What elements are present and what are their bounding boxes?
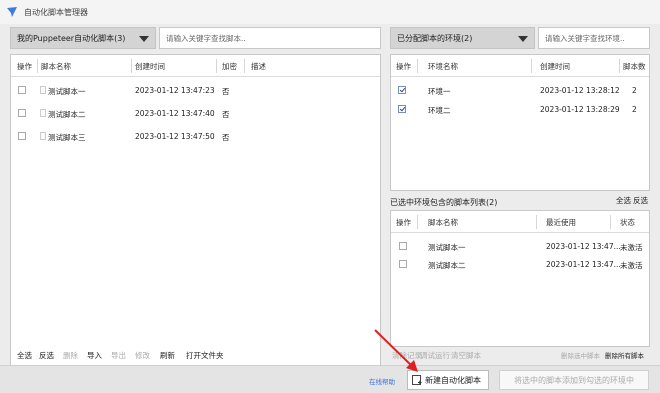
created-time: 2023-01-12 13:28:12 <box>540 86 620 95</box>
script-count: 2 <box>632 105 637 114</box>
app-logo-icon <box>7 7 17 17</box>
row-checkbox[interactable] <box>398 105 406 113</box>
created-time: 2023-01-12 13:28:29 <box>540 105 620 114</box>
encrypted-flag: 否 <box>222 87 230 96</box>
env-script-table-header: 操作 脚本名称 最近使用 状态 <box>391 211 649 233</box>
script-name: 测试脚本一 <box>428 243 466 252</box>
script-table-header: 操作 脚本名称 创建时间 加密 描述 <box>11 55 380 77</box>
script-name: 测试脚本二 <box>428 261 466 270</box>
created-time: 2023-01-12 13:47:23 <box>135 86 215 95</box>
env-name: 环境二 <box>428 106 451 115</box>
env-table-header: 操作 环境名称 创建时间 脚本数 <box>391 55 649 77</box>
import-button[interactable]: 导入 <box>87 350 102 361</box>
col-action: 操作 <box>17 62 32 71</box>
invert-selection-button[interactable]: 反选 <box>39 350 54 361</box>
script-group-label: 我的Puppeteer自动化脚本(3) <box>17 33 126 43</box>
env-group-label: 已分配脚本的环境(2) <box>397 33 473 43</box>
table-row[interactable]: 测试脚本二 2023-01-12 13:47:40 否 <box>11 102 380 124</box>
encrypted-flag: 否 <box>222 110 230 119</box>
row-checkbox[interactable] <box>398 86 406 94</box>
table-row[interactable]: 环境二 2023-01-12 13:28:29 2 <box>391 98 649 120</box>
col-encrypted: 加密 <box>222 62 237 71</box>
debug-run-button[interactable]: 调试运行 <box>420 350 450 361</box>
col-env-name: 环境名称 <box>428 62 458 71</box>
col-script-count: 脚本数 <box>623 62 646 71</box>
env-select-all-button[interactable]: 全选 <box>616 195 631 206</box>
window-title: 自动化脚本管理器 <box>24 7 88 17</box>
main-area: 我的Puppeteer自动化脚本(3) 请输入关键字查找脚本.. 已分配脚本的环… <box>0 24 660 370</box>
script-name: 测试脚本三 <box>48 133 86 142</box>
file-icon <box>40 132 46 140</box>
row-checkbox[interactable] <box>18 86 26 94</box>
table-row[interactable]: 测试脚本一 2023-01-12 13:47:23 否 <box>11 79 380 101</box>
edit-button[interactable]: 修改 <box>135 350 150 361</box>
col-last-used: 最近使用 <box>546 218 576 227</box>
col-description: 描述 <box>251 62 266 71</box>
new-script-button[interactable]: 新建自动化脚本 <box>407 370 489 390</box>
clear-scripts-button[interactable]: 清空脚本 <box>451 350 481 361</box>
new-file-icon <box>412 375 422 385</box>
table-row[interactable]: 测试脚本二 2023-01-12 13:47... 未激活 <box>391 253 649 275</box>
row-checkbox[interactable] <box>18 109 26 117</box>
env-invert-button[interactable]: 反选 <box>633 195 648 206</box>
remove-all-button[interactable]: 删除所有脚本 <box>605 350 644 360</box>
created-time: 2023-01-12 13:47:40 <box>135 109 215 118</box>
script-table: 操作 脚本名称 创建时间 加密 描述 测试脚本一 2023-01-12 13:4… <box>10 54 381 370</box>
script-count: 2 <box>632 86 637 95</box>
refresh-button[interactable]: 刷新 <box>160 350 175 361</box>
col-action: 操作 <box>396 218 411 227</box>
col-script-name: 脚本名称 <box>428 218 458 227</box>
select-all-button[interactable]: 全选 <box>17 350 32 361</box>
script-group-dropdown[interactable]: 我的Puppeteer自动化脚本(3) <box>10 27 156 49</box>
table-row[interactable]: 测试脚本三 2023-01-12 13:47:50 否 <box>11 125 380 147</box>
env-search-input[interactable]: 请输入关键字查找环境.. <box>538 27 650 49</box>
encrypted-flag: 否 <box>222 133 230 142</box>
env-script-list-title: 已选中环境包含的脚本列表(2) <box>390 198 498 207</box>
col-status: 状态 <box>620 218 635 227</box>
delete-button[interactable]: 删除 <box>63 350 78 361</box>
col-created: 创建时间 <box>540 62 570 71</box>
env-script-table: 操作 脚本名称 最近使用 状态 测试脚本一 2023-01-12 13:47..… <box>390 210 650 347</box>
status-text: 未激活 <box>620 261 643 270</box>
col-script-name: 脚本名称 <box>41 62 71 71</box>
add-to-env-button[interactable]: 将选中的脚本添加到勾选的环境中 <box>499 370 649 390</box>
remove-selected-button[interactable]: 删除选中脚本 <box>561 350 600 360</box>
created-time: 2023-01-12 13:47:50 <box>135 132 215 141</box>
status-text: 未激活 <box>620 243 643 252</box>
chevron-down-icon <box>518 36 528 42</box>
chevron-down-icon <box>139 36 149 42</box>
file-icon <box>40 86 46 94</box>
script-name: 测试脚本一 <box>48 87 86 96</box>
open-folder-button[interactable]: 打开文件夹 <box>186 350 224 361</box>
script-search-input[interactable]: 请输入关键字查找脚本.. <box>159 27 381 49</box>
script-name: 测试脚本二 <box>48 110 86 119</box>
row-checkbox[interactable] <box>18 132 26 140</box>
last-used: 2023-01-12 13:47... <box>546 242 621 251</box>
clear-records-button[interactable]: 清除记录 <box>392 350 422 361</box>
col-action: 操作 <box>396 62 411 71</box>
new-script-label: 新建自动化脚本 <box>425 375 481 385</box>
row-checkbox[interactable] <box>399 260 407 268</box>
file-icon <box>40 109 46 117</box>
env-group-dropdown[interactable]: 已分配脚本的环境(2) <box>390 27 535 49</box>
col-created: 创建时间 <box>135 62 165 71</box>
bottom-bar: 在线帮助 新建自动化脚本 将选中的脚本添加到勾选的环境中 <box>0 365 660 393</box>
title-bar: 自动化脚本管理器 <box>0 0 660 24</box>
env-name: 环境一 <box>428 87 451 96</box>
last-used: 2023-01-12 13:47... <box>546 260 621 269</box>
row-checkbox[interactable] <box>399 242 407 250</box>
help-link[interactable]: 在线帮助 <box>369 376 395 386</box>
export-button[interactable]: 导出 <box>111 350 126 361</box>
env-table: 操作 环境名称 创建时间 脚本数 环境一 2023-01-12 13:28:12… <box>390 54 650 191</box>
